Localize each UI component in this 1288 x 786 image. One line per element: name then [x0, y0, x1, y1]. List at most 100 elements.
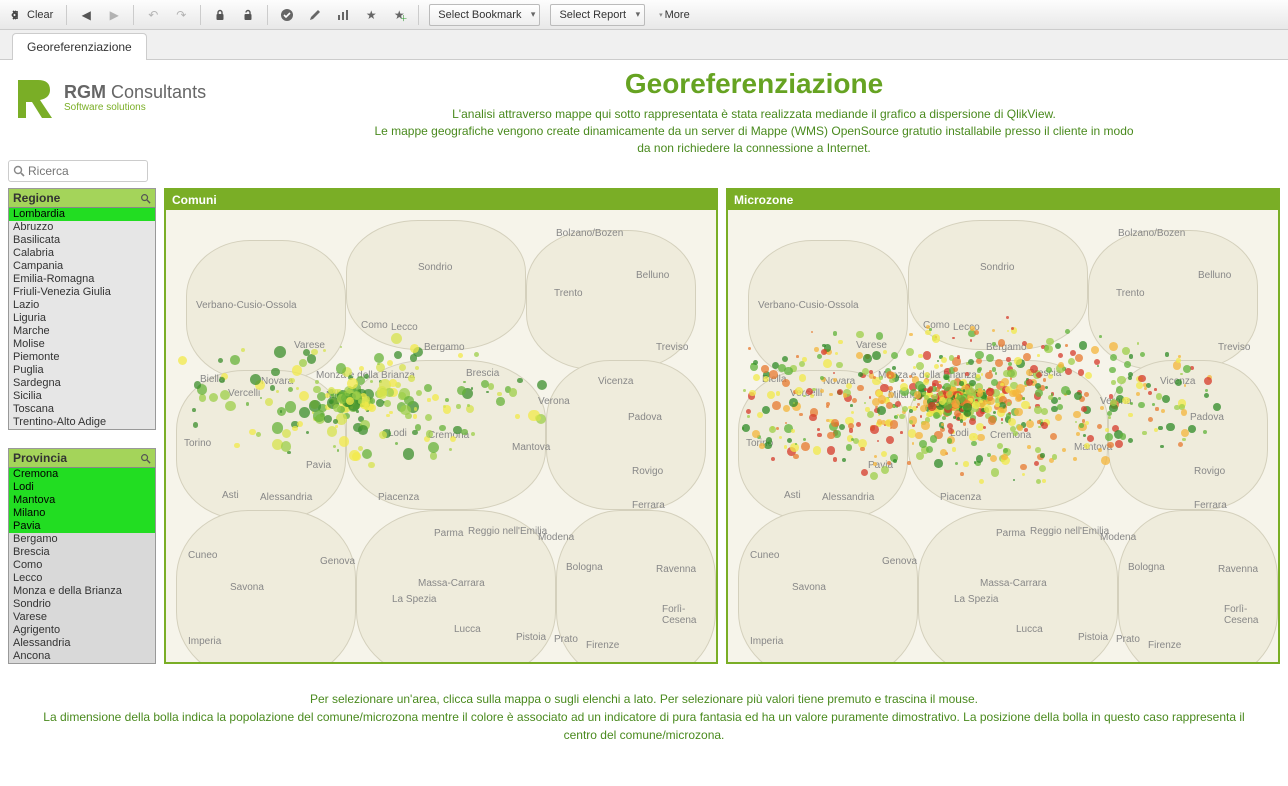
bubble[interactable] — [1043, 378, 1046, 381]
bubble[interactable] — [1006, 357, 1011, 362]
bubble[interactable] — [1045, 386, 1048, 389]
bubble[interactable] — [902, 406, 908, 412]
forward-button[interactable]: ▶ — [101, 3, 127, 27]
bubble[interactable] — [1109, 394, 1113, 398]
bubble[interactable] — [496, 397, 504, 405]
bubble[interactable] — [387, 360, 393, 366]
bubble[interactable] — [1026, 343, 1033, 350]
bubble[interactable] — [922, 392, 926, 396]
bubble[interactable] — [1007, 402, 1011, 406]
bubble[interactable] — [914, 391, 921, 398]
bubble[interactable] — [941, 357, 947, 363]
add-bookmark-button[interactable]: ★＋ — [386, 3, 412, 27]
bubble[interactable] — [220, 390, 230, 400]
check-button[interactable] — [274, 3, 300, 27]
bubble[interactable] — [809, 414, 816, 421]
bubble[interactable] — [930, 435, 938, 443]
bubble[interactable] — [743, 389, 746, 392]
bubble[interactable] — [408, 375, 414, 381]
bubble[interactable] — [1160, 445, 1163, 448]
bubble[interactable] — [766, 437, 773, 444]
bubble[interactable] — [963, 389, 965, 391]
bubble[interactable] — [1013, 431, 1018, 436]
bubble[interactable] — [410, 354, 417, 361]
bubble[interactable] — [934, 364, 939, 369]
bubble[interactable] — [246, 402, 250, 406]
bubble[interactable] — [869, 396, 871, 398]
bubble[interactable] — [836, 362, 842, 368]
bubble[interactable] — [899, 414, 904, 419]
bubble[interactable] — [1029, 419, 1031, 421]
list-item[interactable]: Puglia — [9, 364, 155, 377]
bubble[interactable] — [234, 443, 239, 448]
bubble[interactable] — [1036, 372, 1042, 378]
bubble[interactable] — [933, 412, 940, 419]
bubble[interactable] — [292, 365, 303, 376]
bubble[interactable] — [537, 380, 547, 390]
bubble[interactable] — [250, 374, 261, 385]
bubble[interactable] — [461, 429, 468, 436]
list-item[interactable]: Abruzzo — [9, 221, 155, 234]
bubble[interactable] — [1109, 342, 1118, 351]
bubble[interactable] — [449, 448, 452, 451]
bubble[interactable] — [969, 380, 975, 386]
bubble[interactable] — [1070, 350, 1076, 356]
bubble[interactable] — [1006, 316, 1009, 319]
bubble[interactable] — [1044, 345, 1052, 353]
lock-button[interactable] — [207, 3, 233, 27]
bubble[interactable] — [400, 405, 410, 415]
bubble[interactable] — [1030, 365, 1038, 373]
bubble[interactable] — [1083, 434, 1086, 437]
bubble[interactable] — [877, 419, 882, 424]
bubble[interactable] — [1140, 352, 1145, 357]
bubble[interactable] — [509, 388, 517, 396]
bubble[interactable] — [957, 355, 961, 359]
search-icon[interactable] — [140, 453, 151, 464]
bubble[interactable] — [1058, 353, 1063, 358]
bubble[interactable] — [878, 395, 887, 404]
bubble[interactable] — [891, 352, 898, 359]
bubble[interactable] — [856, 422, 861, 427]
bubble[interactable] — [1165, 352, 1169, 356]
bubble[interactable] — [453, 426, 461, 434]
bubble[interactable] — [900, 431, 903, 434]
bubble[interactable] — [193, 422, 198, 427]
bubble[interactable] — [769, 370, 778, 379]
bubble[interactable] — [928, 402, 937, 411]
bubble[interactable] — [1101, 456, 1110, 465]
bubble[interactable] — [921, 421, 930, 430]
bubble[interactable] — [861, 469, 868, 476]
bubble[interactable] — [759, 443, 765, 449]
bubble[interactable] — [1024, 428, 1028, 432]
bubble[interactable] — [1110, 399, 1117, 406]
bubble[interactable] — [907, 461, 911, 465]
bubble[interactable] — [876, 332, 883, 339]
bubble[interactable] — [377, 389, 387, 399]
bubble[interactable] — [481, 380, 489, 388]
bubble[interactable] — [920, 415, 923, 418]
bubble[interactable] — [761, 365, 768, 372]
bubble[interactable] — [339, 436, 349, 446]
list-item[interactable]: Alessandria — [9, 637, 155, 650]
bubble[interactable] — [955, 462, 958, 465]
bubble[interactable] — [870, 425, 879, 434]
bubble[interactable] — [923, 351, 931, 359]
bubble[interactable] — [940, 449, 947, 456]
bubble[interactable] — [1051, 393, 1053, 395]
bubble[interactable] — [1116, 386, 1124, 394]
bubble[interactable] — [358, 399, 363, 404]
bubble[interactable] — [969, 433, 977, 441]
bubble[interactable] — [1124, 361, 1131, 368]
bubble[interactable] — [821, 349, 827, 355]
bubble[interactable] — [1098, 448, 1102, 452]
bubble[interactable] — [271, 368, 280, 377]
bubble[interactable] — [924, 395, 929, 400]
bubble[interactable] — [1182, 438, 1186, 442]
bubble[interactable] — [803, 395, 805, 397]
bubble[interactable] — [863, 354, 872, 363]
list-item[interactable]: Pavia — [9, 520, 155, 533]
more-link[interactable]: More — [659, 9, 690, 21]
bubble[interactable] — [313, 386, 320, 393]
clear-button[interactable]: Clear — [4, 3, 60, 27]
bubble[interactable] — [799, 374, 807, 382]
